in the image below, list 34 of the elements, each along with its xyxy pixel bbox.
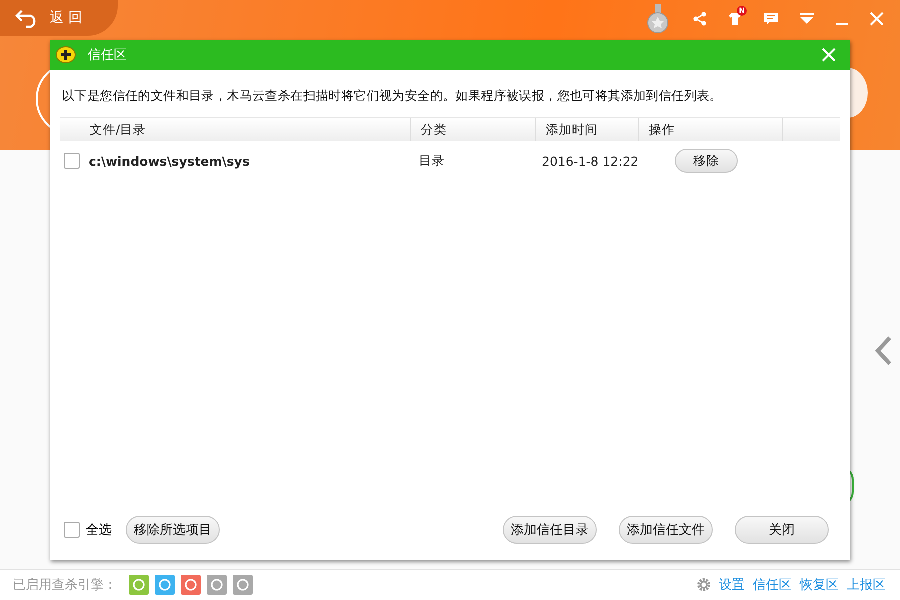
column-header[interactable]: 操作 xyxy=(639,118,783,141)
select-all-label: 全选 xyxy=(86,522,112,539)
dialog-button[interactable]: 关闭 xyxy=(735,516,829,544)
engine-icon[interactable] xyxy=(155,575,175,595)
remove-button[interactable]: 移除 xyxy=(675,149,738,173)
engines-label: 已启用查杀引擎： xyxy=(13,577,117,594)
column-header[interactable]: 文件/目录 xyxy=(60,118,411,141)
message-icon[interactable] xyxy=(763,12,779,26)
description-text: 以下是您信任的文件和目录，木马云查杀在扫描时将它们视为安全的。如果程序被误报，您也可将其添加到信任列表。 xyxy=(62,88,724,105)
share-icon[interactable] xyxy=(693,12,707,26)
engine-icon[interactable] xyxy=(181,575,201,595)
dialog-button[interactable]: 添加信任文件 xyxy=(619,516,713,544)
engine-icon[interactable] xyxy=(129,575,149,595)
checkbox[interactable] xyxy=(64,153,80,169)
chevron-left-icon[interactable] xyxy=(874,336,892,366)
category-cell-text: 目录 xyxy=(418,152,446,170)
shield-plus-icon xyxy=(56,46,76,64)
dialog-title: 信任区 xyxy=(88,47,127,64)
gear-icon[interactable] xyxy=(697,578,711,592)
path-cell-text: c:\windows\system\sys xyxy=(88,154,251,168)
time-cell-text: 2016-1-8 12:22 xyxy=(541,154,640,168)
dropdown-icon[interactable] xyxy=(800,13,814,25)
remove-selected-button[interactable]: 移除所选项目 xyxy=(126,516,220,544)
medal-icon[interactable] xyxy=(646,4,670,34)
column-header[interactable]: 分类 xyxy=(411,118,536,141)
close-icon[interactable] xyxy=(822,48,836,62)
checkbox[interactable] xyxy=(64,522,80,538)
dialog-button[interactable]: 添加信任目录 xyxy=(503,516,597,544)
back-button[interactable]: 返 回 xyxy=(0,0,118,36)
engine-icon[interactable] xyxy=(233,575,253,595)
column-header[interactable]: 添加时间 xyxy=(536,118,639,141)
close-icon[interactable] xyxy=(870,12,884,26)
engine-icon[interactable] xyxy=(207,575,227,595)
shirt-icon[interactable] xyxy=(728,12,742,26)
